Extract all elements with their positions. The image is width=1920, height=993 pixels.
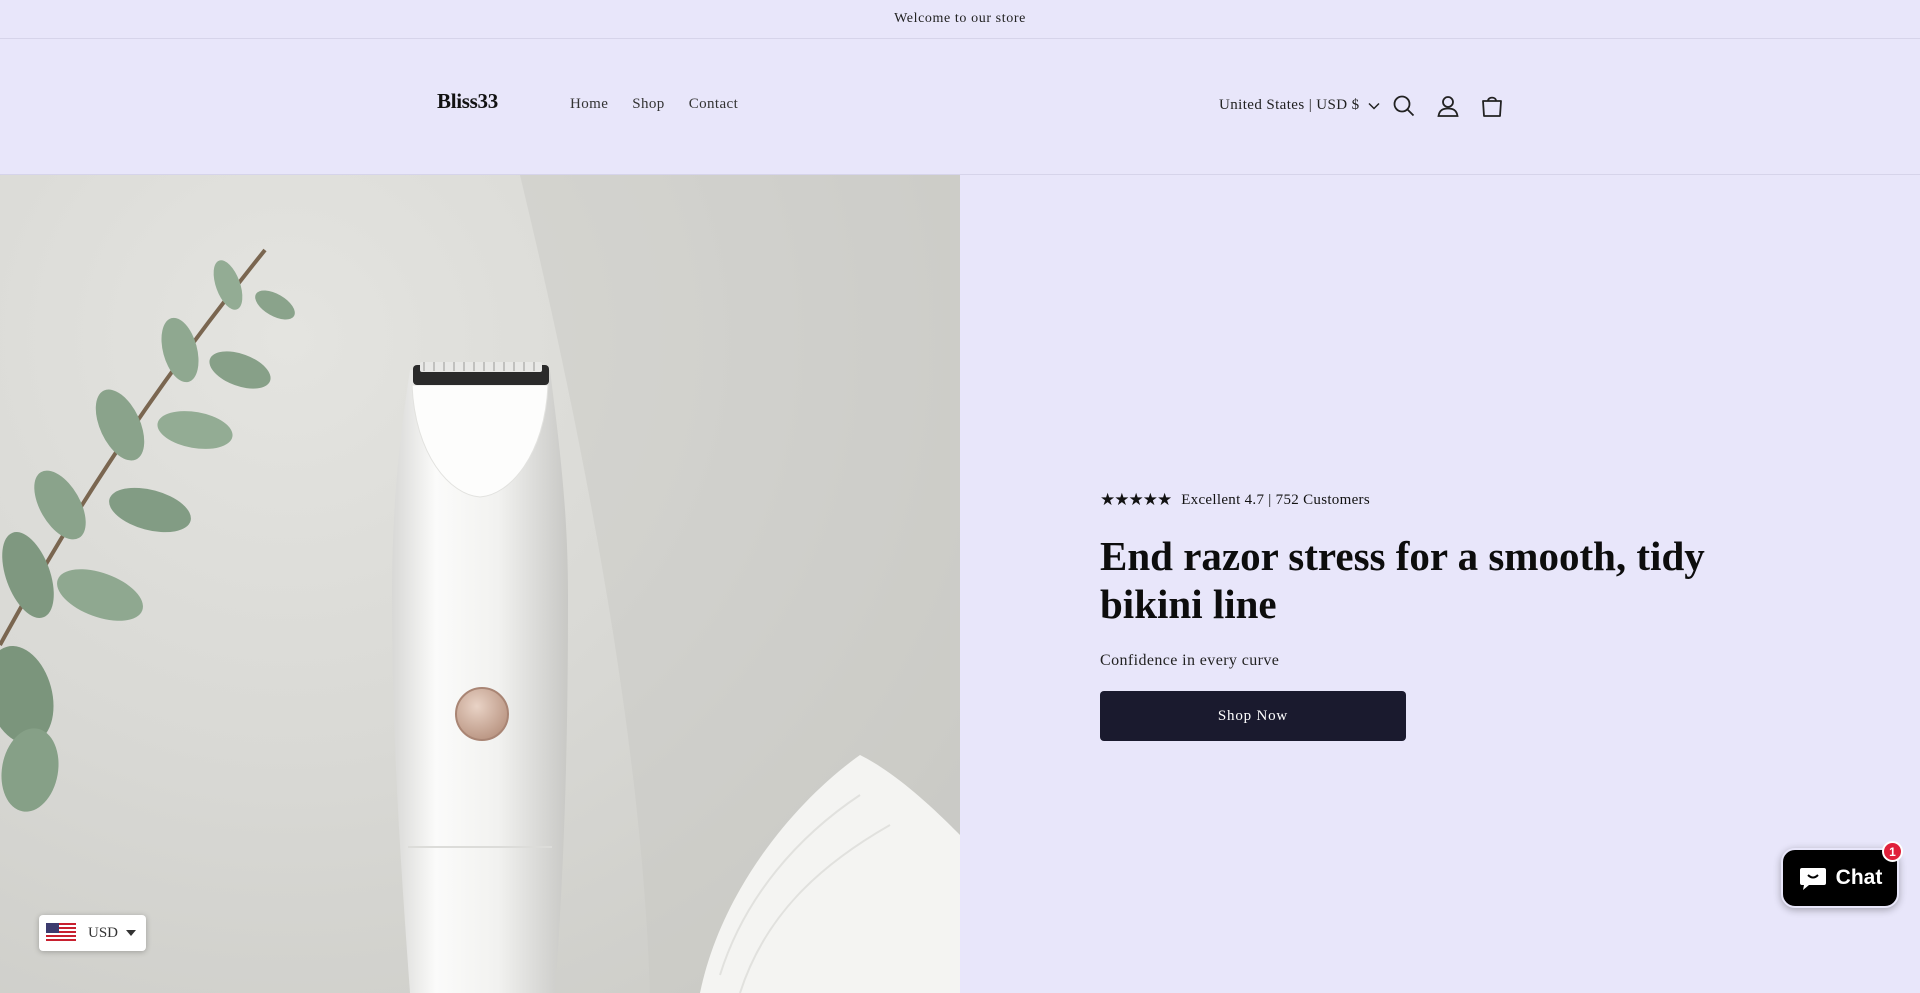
nav-shop[interactable]: Shop — [632, 96, 664, 113]
search-icon[interactable] — [1391, 93, 1417, 119]
caret-down-icon — [126, 930, 137, 936]
rating-row: ★★★★★ Excellent 4.7 | 752 Customers — [1100, 490, 1740, 510]
hero-subtext: Confidence in every curve — [1100, 652, 1280, 669]
store-logo[interactable]: Bliss33 — [437, 89, 498, 114]
shop-now-button[interactable]: Shop Now — [1100, 691, 1406, 741]
chevron-down-icon — [1368, 102, 1380, 110]
country-currency-selector[interactable]: United States | USD $ — [1219, 97, 1380, 114]
chat-bubble-icon — [1799, 868, 1826, 890]
chat-button[interactable]: Chat — [1781, 848, 1899, 908]
announcement-bar: Welcome to our store — [0, 0, 1920, 39]
chat-notification-badge: 1 — [1882, 841, 1903, 862]
chat-label: Chat — [1835, 866, 1883, 889]
currency-code: USD — [88, 924, 119, 941]
cart-icon[interactable] — [1479, 93, 1505, 119]
hero-product-image — [0, 175, 960, 993]
announcement-text: Welcome to our store — [894, 11, 1026, 26]
nav-home[interactable]: Home — [570, 96, 608, 113]
us-flag-icon — [46, 923, 76, 943]
trimmer-illustration — [0, 175, 960, 993]
main-nav: Home Shop Contact — [570, 96, 762, 113]
account-icon[interactable] — [1435, 93, 1461, 119]
site-header: Bliss33 Home Shop Contact United States … — [0, 39, 1920, 175]
eucalyptus-sprig — [0, 248, 295, 812]
rating-text: Excellent 4.7 | 752 Customers — [1181, 491, 1370, 508]
star-rating-icon: ★★★★★ — [1100, 490, 1172, 509]
hero-content: ★★★★★ Excellent 4.7 | 752 Customers End … — [1100, 490, 1740, 741]
locale-label: United States | USD $ — [1219, 97, 1360, 113]
nav-contact[interactable]: Contact — [689, 96, 738, 113]
trimmer-device — [392, 362, 568, 993]
currency-selector-widget[interactable]: USD — [39, 915, 146, 951]
hero-headline: End razor stress for a smooth, tidy biki… — [1100, 533, 1705, 627]
